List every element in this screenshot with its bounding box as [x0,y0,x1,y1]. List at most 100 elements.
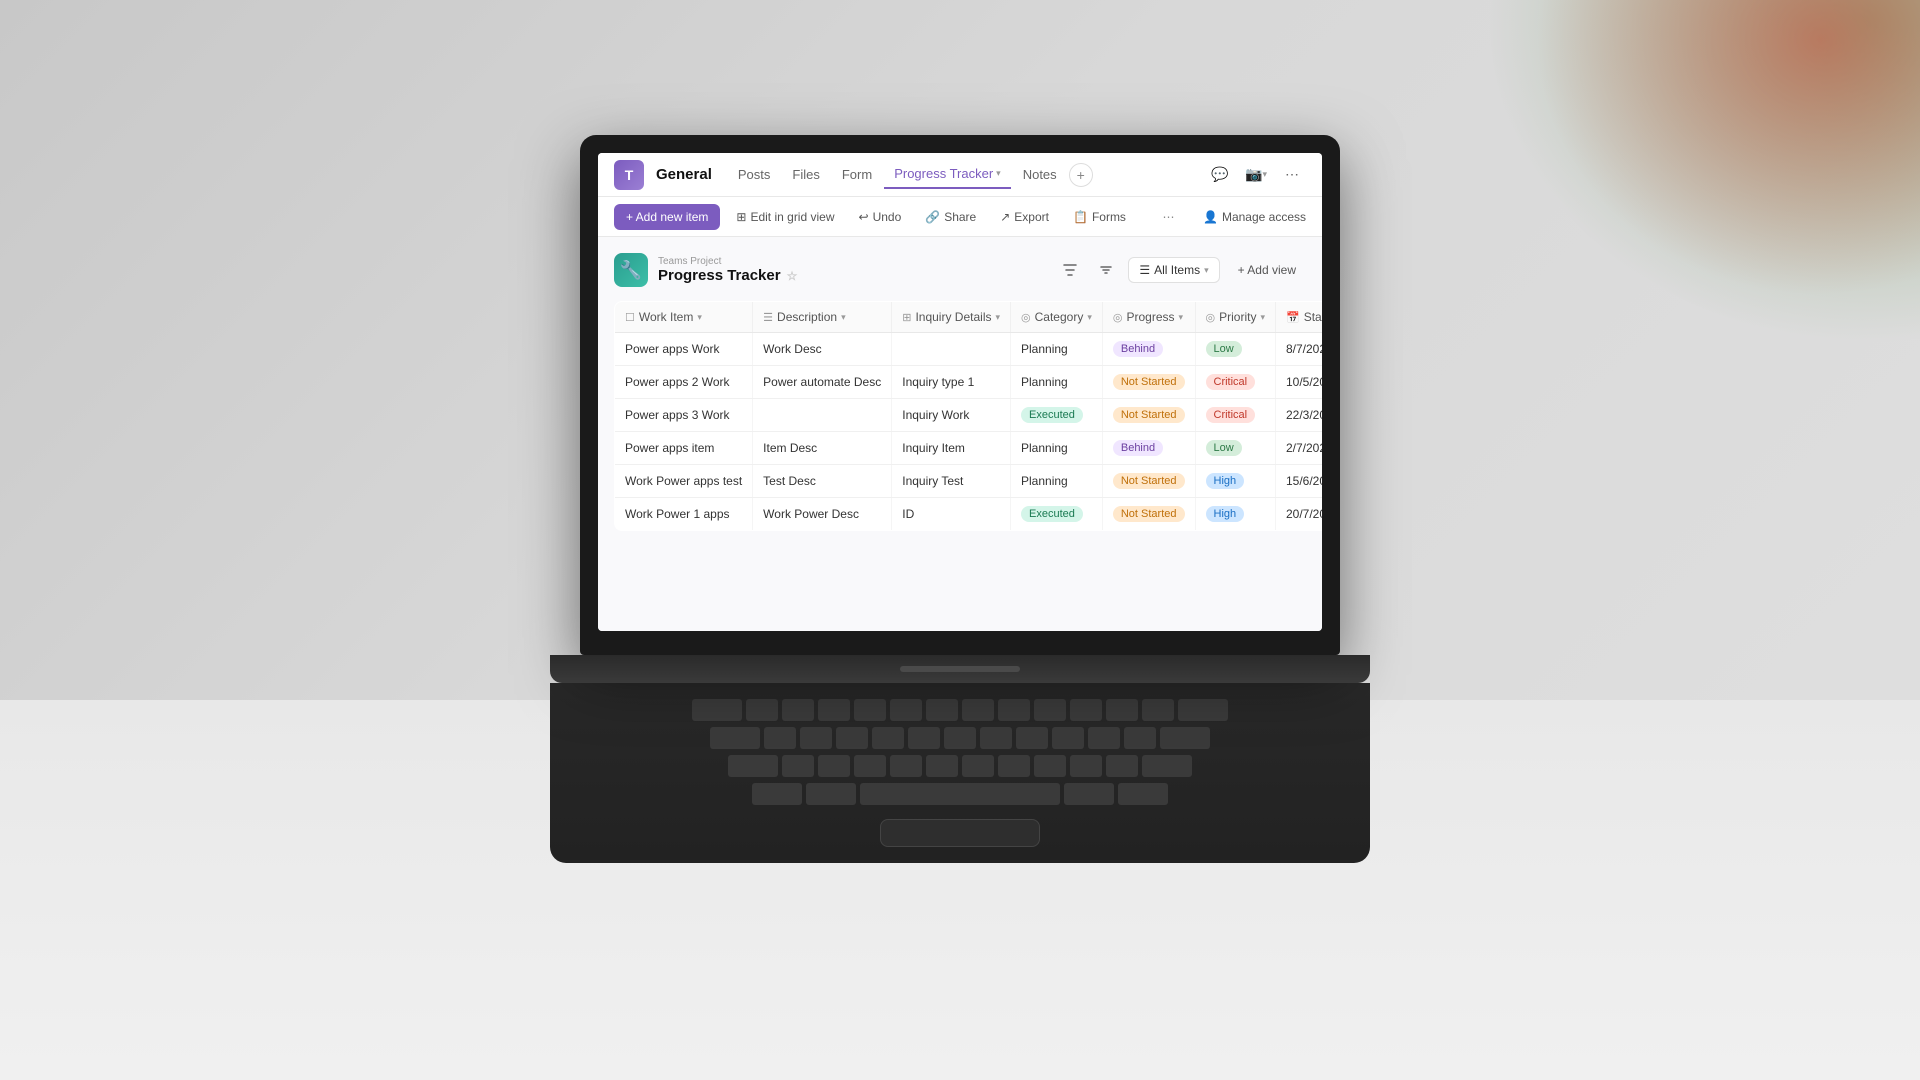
keyboard-key [752,783,802,805]
keyboard-key [746,699,778,721]
share-icon: 🔗 [925,210,940,224]
keyboard-key [818,699,850,721]
keyboard-key [1142,755,1192,777]
tab-posts[interactable]: Posts [728,161,781,188]
cell-start-date: 10/5/2024 [1275,366,1322,399]
filter-button[interactable] [1056,256,1084,284]
cell-inquiry: ID [892,498,1011,531]
undo-action[interactable]: ↩ Undo [851,206,910,228]
keyboard-key [980,727,1012,749]
keyboard-key [1070,755,1102,777]
sort-button[interactable] [1092,256,1120,284]
content-area: 🔧 Teams Project Progress Tracker ☆ [598,237,1322,631]
col-header-category[interactable]: ◎ Category ▾ [1011,302,1103,333]
cell-progress: Behind [1102,432,1195,465]
cell-work-item: Power apps 2 Work [615,366,753,399]
video-icon-button[interactable]: 📷 ▾ [1242,161,1270,189]
keyboard-row-3 [590,755,1330,777]
export-icon: ↗ [1000,210,1010,224]
cell-category: Executed [1011,498,1103,531]
cell-category: Executed [1011,399,1103,432]
list-icon: ☰ [1139,263,1150,277]
col-header-work-item[interactable]: ☐ Work Item ▾ [615,302,753,333]
table-row: Work Power apps test Test Desc Inquiry T… [615,465,1323,498]
tab-progress-tracker[interactable]: Progress Tracker ▾ [884,160,1011,189]
keyboard-key [782,699,814,721]
keyboard-key [1142,699,1174,721]
cell-start-date: 20/7/2024 [1275,498,1322,531]
keyboard-key [1160,727,1210,749]
export-action[interactable]: ↗ Export [992,206,1057,228]
share-action[interactable]: 🔗 Share [917,206,984,228]
table-header: ☐ Work Item ▾ ☰ Description ▾ [615,302,1323,333]
more-nav-button[interactable]: ⋯ [1278,161,1306,189]
cell-priority: Critical [1195,366,1275,399]
col-header-description[interactable]: ☰ Description ▾ [753,302,892,333]
work-item-sort-icon: ▾ [697,312,702,323]
keyboard-key [1106,755,1138,777]
grid-icon: ⊞ [736,210,746,224]
cell-description: Work Power Desc [753,498,892,531]
workspace-name: General [656,166,712,183]
keyboard-key [836,727,868,749]
keyboard-key [800,727,832,749]
star-favorite-icon[interactable]: ☆ [787,269,798,283]
project-header: 🔧 Teams Project Progress Tracker ☆ [614,253,1306,287]
keyboard-key [926,755,958,777]
cell-priority: High [1195,465,1275,498]
project-title: Progress Tracker ☆ [658,267,797,284]
tab-files[interactable]: Files [782,161,829,188]
edit-grid-view-action[interactable]: ⊞ Edit in grid view [728,206,842,228]
table-body: Power apps Work Work Desc Planning Behin… [615,333,1323,531]
cell-description [753,399,892,432]
cell-work-item: Work Power 1 apps [615,498,753,531]
forms-icon: 📋 [1073,210,1088,224]
view-controls: ☰ All Items ▾ + Add view [1056,256,1306,284]
project-team-label: Teams Project [658,256,797,267]
more-toolbar-button[interactable]: ⋯ [1154,206,1182,228]
undo-icon: ↩ [859,210,869,224]
priority-sort-icon: ▾ [1260,312,1265,323]
project-icon: 🔧 [614,253,648,287]
add-new-item-button[interactable]: + Add new item [614,204,720,230]
keyboard-key [998,699,1030,721]
all-items-button[interactable]: ☰ All Items ▾ [1128,257,1219,283]
keyboard-key [1088,727,1120,749]
cell-inquiry: Inquiry Test [892,465,1011,498]
col-header-inquiry-details[interactable]: ⊞ Inquiry Details ▾ [892,302,1011,333]
forms-action[interactable]: 📋 Forms [1065,206,1134,228]
col-header-priority[interactable]: ◎ Priority ▾ [1195,302,1275,333]
keyboard-key [926,699,958,721]
cell-work-item: Power apps 3 Work [615,399,753,432]
cell-priority: Low [1195,333,1275,366]
keyboard-row-2 [590,727,1330,749]
keyboard-key [1034,699,1066,721]
cell-category: Planning [1011,465,1103,498]
col-header-start-date[interactable]: 📅 Start Date ▾ [1275,302,1322,333]
keyboard-key [710,727,760,749]
description-sort-icon: ▾ [841,312,846,323]
cell-start-date: 2/7/2024 [1275,432,1322,465]
add-view-button[interactable]: + Add view [1228,258,1306,282]
laptop-trackpad[interactable] [880,819,1040,847]
keyboard-key [854,755,886,777]
user-icon: 👤 [1203,210,1218,224]
laptop-screen-bezel: T General Posts Files Form Progress Trac… [580,135,1340,655]
keyboard-key [818,755,850,777]
keyboard-key [764,727,796,749]
keyboard-key [692,699,742,721]
tab-form[interactable]: Form [832,161,882,188]
col-header-progress[interactable]: ◎ Progress ▾ [1102,302,1195,333]
keyboard-row-1 [590,699,1330,721]
manage-access-button[interactable]: 👤 Manage access [1203,210,1306,224]
tab-notes[interactable]: Notes [1013,161,1067,188]
keyboard-key [998,755,1030,777]
keyboard-key [1052,727,1084,749]
add-tab-button[interactable]: + [1069,163,1093,187]
keyboard-key [1178,699,1228,721]
cell-priority: Low [1195,432,1275,465]
date-col-icon: 📅 [1286,311,1300,324]
data-table: ☐ Work Item ▾ ☰ Description ▾ [614,301,1322,531]
chat-icon-button[interactable]: 💬 [1206,161,1234,189]
laptop-screen: T General Posts Files Form Progress Trac… [598,153,1322,631]
